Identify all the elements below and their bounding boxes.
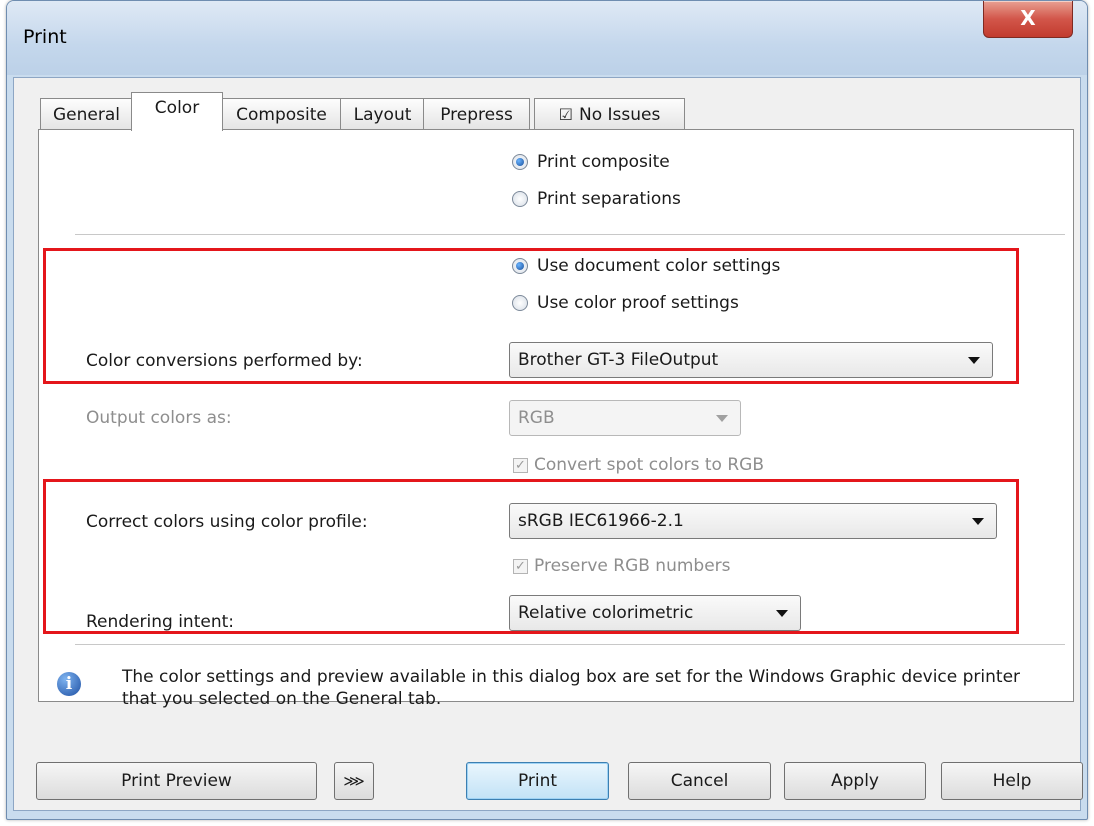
close-icon: X	[1020, 6, 1036, 30]
tab-general[interactable]: General	[40, 98, 133, 130]
tab-prepress[interactable]: Prepress	[423, 98, 530, 130]
radio-print-composite[interactable]: Print composite	[512, 152, 670, 172]
cancel-button[interactable]: Cancel	[628, 762, 771, 800]
checkbox-label: Convert spot colors to RGB	[534, 455, 764, 475]
double-chevron-right-icon: ⋙	[343, 772, 365, 790]
tab-no-issues[interactable]: ☑ No Issues	[534, 98, 685, 130]
print-button[interactable]: Print	[466, 762, 609, 800]
output-colors-value: RGB	[518, 408, 555, 428]
output-colors-select[interactable]: RGB	[509, 400, 741, 436]
highlight-box-conversions	[43, 248, 1019, 384]
radio-label: Print composite	[537, 152, 670, 172]
convert-spot-colors-checkbox[interactable]: ✓ Convert spot colors to RGB	[513, 455, 764, 475]
close-button[interactable]: X	[983, 1, 1073, 38]
output-colors-label: Output colors as:	[86, 408, 232, 428]
dialog-title: Print	[23, 26, 67, 48]
radio-checked-icon	[512, 154, 528, 170]
highlight-box-profile	[43, 479, 1019, 634]
help-button[interactable]: Help	[941, 762, 1083, 800]
checkmark-icon: ✓	[513, 457, 528, 473]
radio-unchecked-icon	[512, 191, 528, 207]
title-bar: Print X	[7, 1, 1087, 75]
apply-button[interactable]: Apply	[784, 762, 926, 800]
separator	[75, 234, 1065, 235]
separator	[75, 644, 1065, 645]
print-preview-button[interactable]: Print Preview	[36, 762, 317, 800]
info-text: The color settings and preview available…	[122, 667, 1021, 709]
dialog-client: General Color Composite Layout Prepress …	[13, 77, 1083, 811]
print-dialog: Print X General Color Composite Layout P…	[6, 0, 1088, 820]
tab-no-issues-label: No Issues	[579, 105, 661, 125]
dropdown-arrow-icon	[716, 415, 728, 422]
color-tab-panel: Print composite Print separations Use do…	[38, 129, 1074, 702]
radio-print-separations[interactable]: Print separations	[512, 189, 681, 209]
info-icon: i	[57, 672, 81, 696]
checklist-icon: ☑	[558, 105, 573, 124]
tab-layout[interactable]: Layout	[340, 98, 425, 130]
expand-preview-button[interactable]: ⋙	[334, 762, 374, 800]
radio-label: Print separations	[537, 189, 681, 209]
tab-color[interactable]: Color	[131, 92, 223, 131]
tab-composite[interactable]: Composite	[221, 98, 342, 130]
